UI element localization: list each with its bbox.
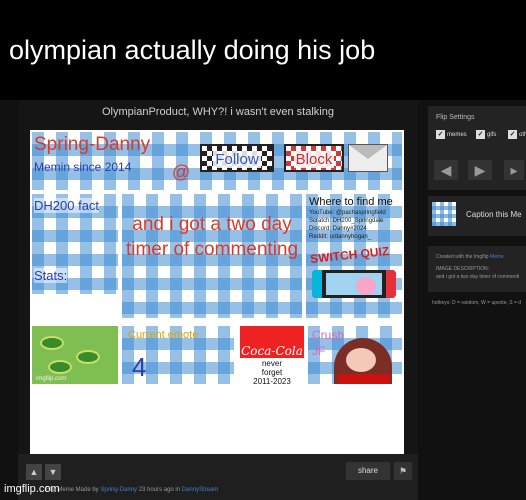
gifs-checkbox[interactable]: ✓ gifs: [476, 130, 496, 139]
coca-cola-logo: Coca-Cola: [241, 344, 303, 358]
other-checkbox[interactable]: ✓ oth: [508, 130, 526, 139]
memes-checkbox[interactable]: ✓ memes: [436, 130, 467, 139]
template-thumbnail: [432, 202, 456, 226]
where-line: Discord: Danny#2024: [309, 226, 367, 232]
imgflip-screenshot: OlympianProduct, WHY?! i wasn't even sta…: [0, 100, 526, 500]
imgflip-logo: imgflip.com: [4, 483, 60, 495]
caption-this-meme-link[interactable]: Caption this Me: [466, 210, 522, 219]
where-panel: Where to find me YouTube: @pachaspringfi…: [306, 194, 402, 318]
upvote-button[interactable]: ▲: [26, 464, 42, 480]
flag-icon[interactable]: ⚑: [394, 462, 412, 480]
crush-panel: Crush JF: [308, 326, 402, 384]
where-line: Scratch: DH200_Springdale: [309, 218, 384, 224]
image-description-label: IMAGE DESCRIPTION:: [436, 266, 490, 272]
stats-label: Stats:: [34, 268, 68, 283]
image-title: OlympianProduct, WHY?! i wasn't even sta…: [102, 106, 334, 118]
mail-icon: [348, 144, 388, 172]
more-icon[interactable]: ▸: [504, 160, 524, 180]
next-arrow-icon[interactable]: ▶: [468, 160, 492, 180]
flip-settings-title: Flip Settings: [436, 114, 475, 121]
coca-cola-panel: Coca-Cola never forget 2011-2023: [240, 326, 304, 384]
meme-generator-link[interactable]: Meme: [490, 254, 504, 260]
prev-arrow-icon[interactable]: ◀: [434, 160, 458, 180]
caption-panel[interactable]: Caption this Me: [428, 196, 526, 236]
dh200-fact-label: DH200 fact: [34, 198, 100, 213]
announcement-template: Spring-Danny Memin since 2014 @ Follow B…: [30, 130, 404, 490]
main-text: and i got a two day timer of commenting: [125, 214, 299, 260]
where-title: Where to find me: [309, 196, 393, 208]
where-line: YouTube: @pachaspringfield: [309, 210, 386, 216]
author-link[interactable]: Spring-Danny: [100, 487, 137, 493]
green-leaf-image: imgflip.com: [32, 326, 118, 384]
username-text: Spring-Danny: [34, 134, 151, 155]
created-with-line: Created with the Imgflip Meme: [436, 254, 504, 260]
downvote-button[interactable]: ▼: [45, 464, 61, 480]
hotkeys-text: hotkeys: D = random, W = upvote, S = d: [432, 300, 522, 306]
swirl-doodle: @: [172, 162, 191, 182]
flip-settings-panel: Flip Settings ✓ memes ✓ gifs ✓ oth ◀ ▶ ▸: [428, 106, 526, 190]
stream-link[interactable]: DannyStream: [182, 487, 219, 493]
memin-since-text: Memin since 2014: [34, 160, 132, 174]
share-button[interactable]: share: [346, 462, 390, 480]
main-text-panel: and i got a two day timer of commenting: [122, 194, 302, 318]
fact-panel: DH200 fact Stats:: [32, 194, 118, 294]
switch-console-icon: [312, 270, 396, 298]
info-panel: Created with the Imgflip Meme IMAGE DESC…: [428, 246, 526, 292]
emote-value: 4: [132, 352, 147, 382]
current-emote-label: Current emote: [128, 329, 199, 341]
crush-label: Crush: [312, 328, 345, 342]
imgflip-watermark: imgflip.com: [36, 376, 67, 382]
block-button: Block: [284, 144, 344, 172]
meme-caption: olympian actually doing his job: [0, 0, 526, 100]
follow-button: Follow: [200, 144, 274, 172]
image-description: and i got a two day timer of commenti: [436, 274, 520, 280]
template-header: Spring-Danny Memin since 2014 @ Follow B…: [32, 132, 402, 190]
meme-action-bar: ▲ ▼ share ⚑ Flip Meme Made by Spring-Dan…: [18, 454, 418, 500]
image-viewer: OlympianProduct, WHY?! i wasn't even sta…: [18, 100, 418, 500]
kirby-icon: [356, 277, 376, 295]
where-line: Reddit: u/dannyhogan_: [309, 234, 372, 240]
made-by-line: Flip Meme Made by Spring-Danny 23 hours …: [46, 487, 219, 493]
coke-memorial: never forget 2011-2023: [240, 358, 304, 384]
crush-name: JF: [312, 344, 326, 358]
switch-quiz-label: SWITCH QUIZ: [309, 243, 390, 267]
current-emote-panel: Current emote 4: [122, 326, 234, 384]
